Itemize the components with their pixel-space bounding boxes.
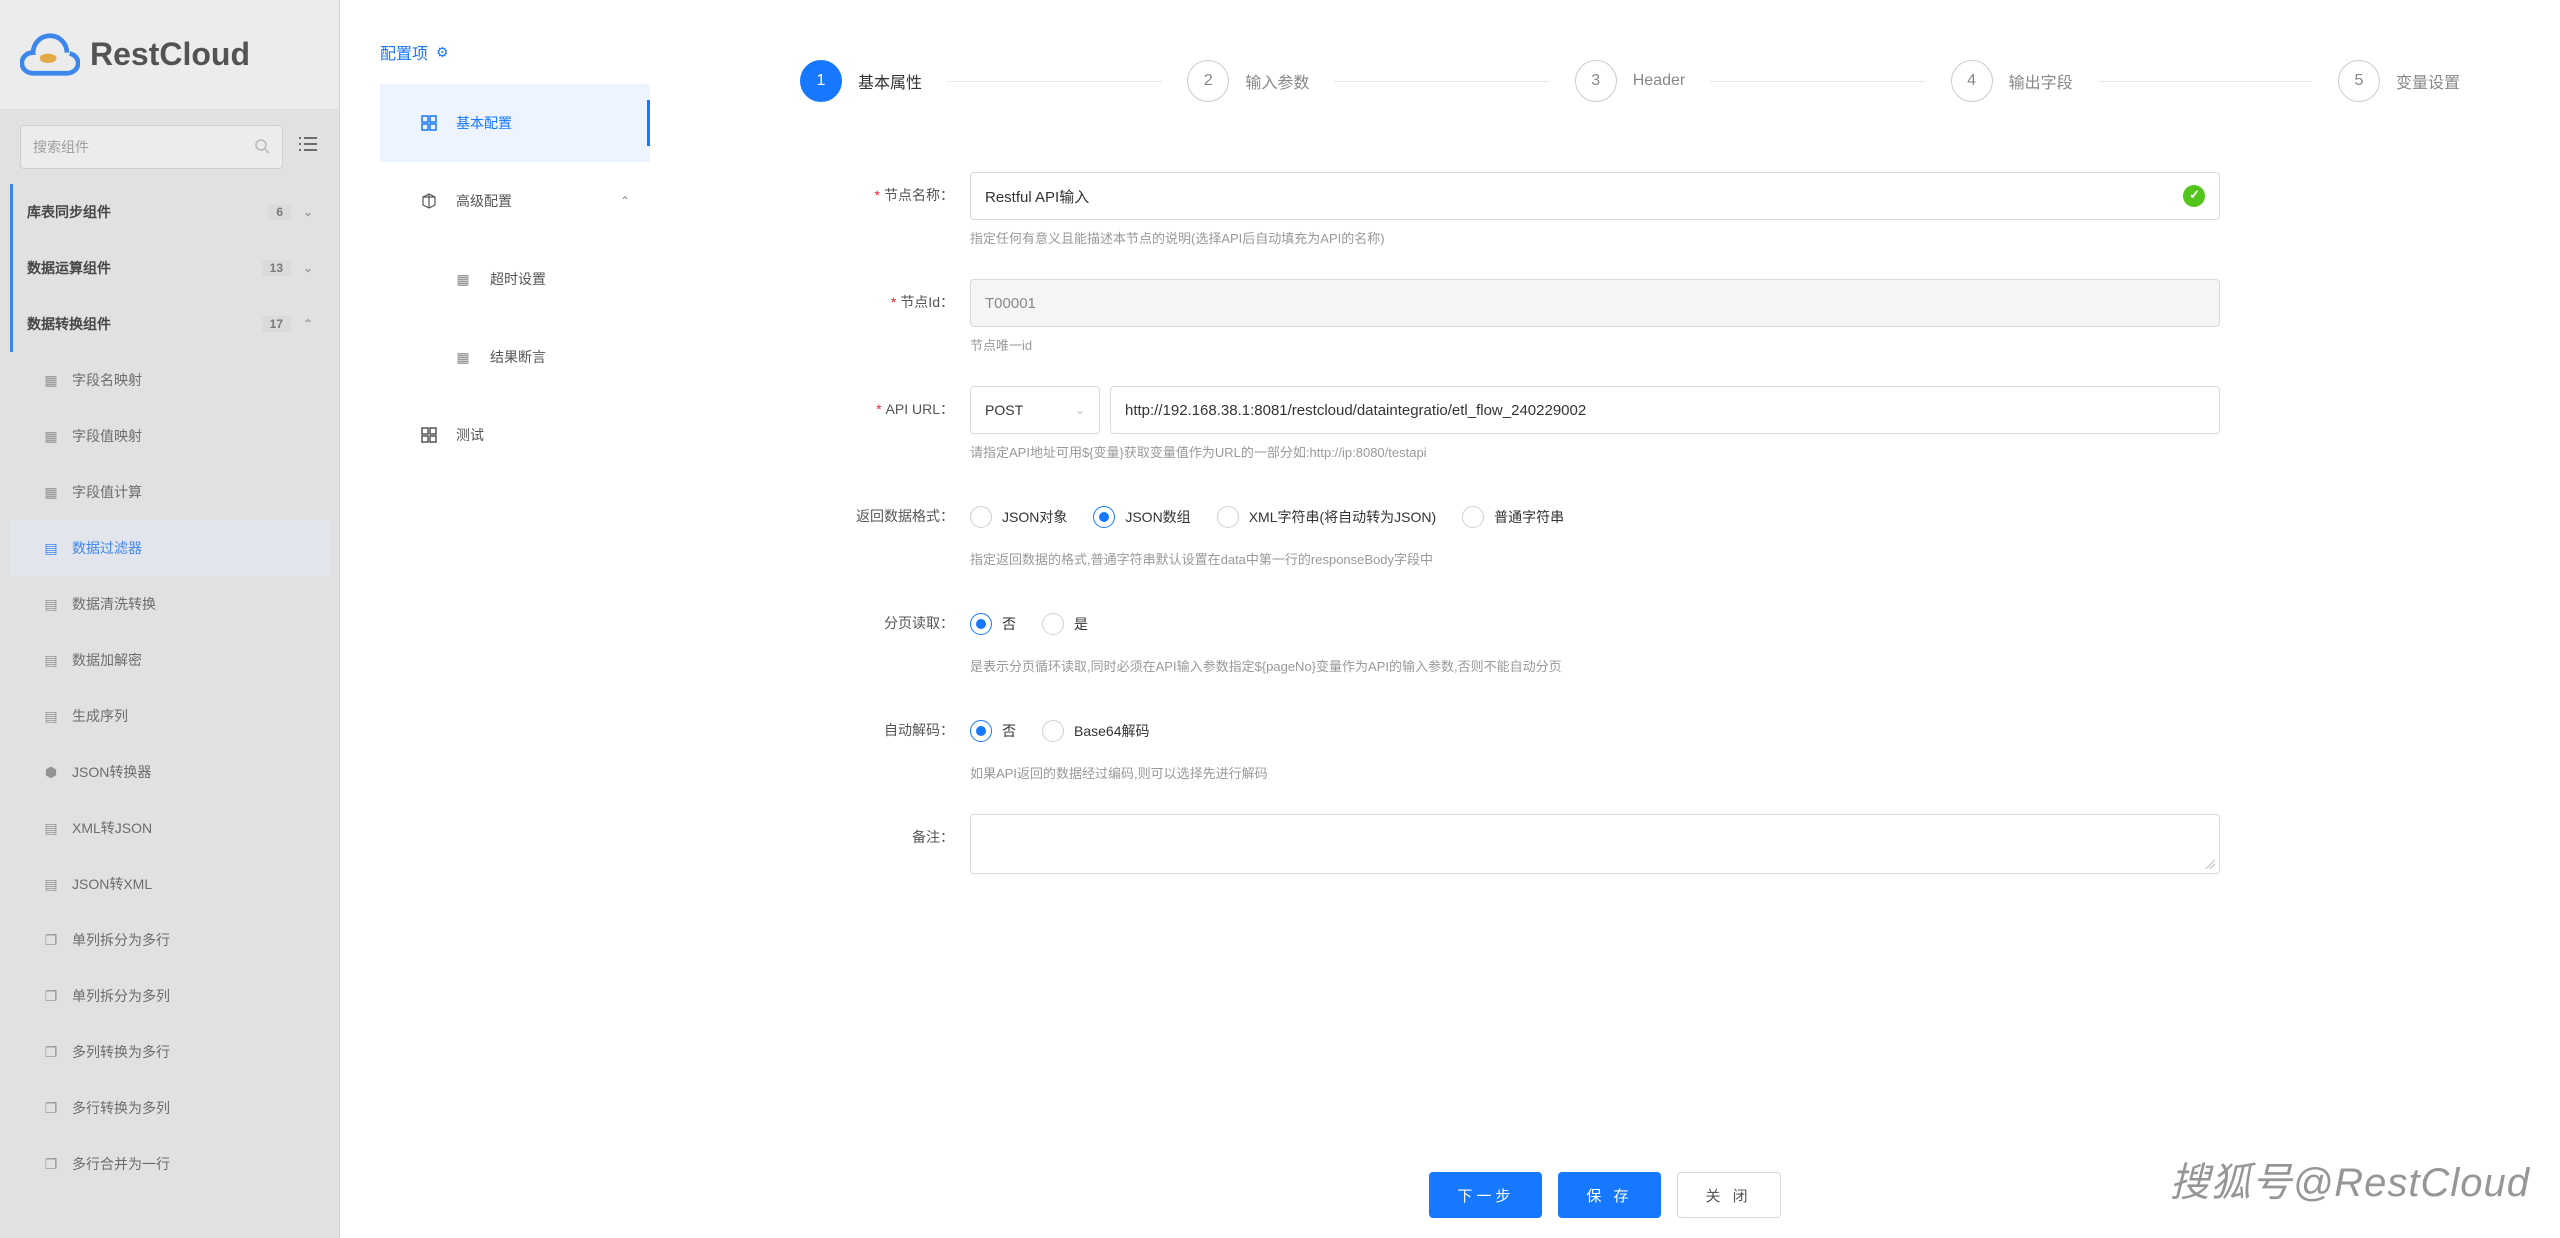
input-node-name[interactable]: Restful API输入	[970, 172, 2220, 220]
hint-api-url: 请指定API地址可用${变量}获取变量值作为URL的一部分如:http://ip…	[970, 442, 2220, 461]
label-decode: 自动解码：	[800, 707, 970, 804]
radio-json-array[interactable]: JSON数组	[1093, 506, 1190, 528]
cfg-nav-assert[interactable]: ▦ 结果断言	[380, 318, 650, 396]
label-remark: 备注：	[800, 814, 970, 874]
radio-group-decode: 否 Base64解码	[970, 707, 2220, 755]
backdrop-mask	[0, 0, 340, 1238]
radio-group-resp-fmt: JSON对象 JSON数组 XML字符串(将自动转为JSON) 普通字符串	[970, 493, 2220, 541]
step-1[interactable]: 1基本属性	[800, 60, 922, 102]
radio-page-yes[interactable]: 是	[1042, 613, 1088, 635]
label-api-url: *API URL：	[800, 386, 970, 483]
radio-page-no[interactable]: 否	[970, 613, 1016, 635]
footer-buttons: 下一步 保 存 关 闭	[650, 1172, 2560, 1218]
next-button[interactable]: 下一步	[1429, 1172, 1542, 1218]
hint-page: 是表示分页循环读取,同时必须在API输入参数指定${pageNo}变量作为API…	[970, 656, 2220, 675]
cfg-nav-timeout[interactable]: ▦ 超时设置	[380, 240, 650, 318]
save-button[interactable]: 保 存	[1558, 1172, 1660, 1218]
close-button[interactable]: 关 闭	[1677, 1172, 1781, 1218]
input-node-id[interactable]: T00001	[970, 279, 2220, 327]
grid-icon: ▦	[450, 271, 476, 288]
grid4-icon	[416, 427, 442, 443]
config-panel: 配置项 ⚙ 基本配置 高级配置 ⌃ ▦ 超时设置 ▦ 结果断言	[340, 0, 2560, 1238]
radio-decode-base64[interactable]: Base64解码	[1042, 720, 1149, 742]
hint-node-id: 节点唯一id	[970, 335, 2220, 354]
step-5[interactable]: 5变量设置	[2338, 60, 2460, 102]
radio-plain[interactable]: 普通字符串	[1462, 506, 1564, 528]
step-separator	[948, 81, 1161, 82]
grid4-icon	[416, 115, 442, 131]
grid-icon: ▦	[450, 349, 476, 366]
radio-xml[interactable]: XML字符串(将自动转为JSON)	[1217, 506, 1436, 528]
label-resp-fmt: 返回数据格式：	[800, 493, 970, 590]
step-separator	[1335, 81, 1548, 82]
chevron-down-icon: ⌄	[1075, 403, 1085, 417]
chevron-up-icon: ⌃	[620, 194, 630, 208]
input-api-url[interactable]: http://192.168.38.1:8081/restcloud/datai…	[1110, 386, 2220, 434]
step-3[interactable]: 3Header	[1575, 60, 1685, 102]
cfg-nav-advanced[interactable]: 高级配置 ⌃	[380, 162, 650, 240]
hint-decode: 如果API返回的数据经过编码,则可以选择先进行解码	[970, 763, 2220, 782]
step-2[interactable]: 2输入参数	[1187, 60, 1309, 102]
step-separator	[2099, 81, 2312, 82]
label-node-name: *节点名称：	[800, 172, 970, 269]
cfg-nav-basic[interactable]: 基本配置	[380, 84, 650, 162]
label-page: 分页读取：	[800, 600, 970, 697]
config-title: 配置项 ⚙	[380, 40, 650, 64]
hint-resp-fmt: 指定返回数据的格式,普通字符串默认设置在data中第一行的responseBod…	[970, 549, 2220, 568]
radio-decode-no[interactable]: 否	[970, 720, 1016, 742]
radio-json-obj[interactable]: JSON对象	[970, 506, 1067, 528]
config-nav: 配置项 ⚙ 基本配置 高级配置 ⌃ ▦ 超时设置 ▦ 结果断言	[340, 0, 650, 1238]
cfg-nav-test[interactable]: 测试	[380, 396, 650, 474]
select-http-method[interactable]: POST⌄	[970, 386, 1100, 434]
form-main: 1基本属性 2输入参数 3Header 4输出字段 5变量设置 *节点名称： R…	[650, 0, 2560, 1238]
hint-node-name: 指定任何有意义且能描述本节点的说明(选择API后自动填充为API的名称)	[970, 228, 2220, 247]
textarea-remark[interactable]	[970, 814, 2220, 874]
cube-icon	[416, 193, 442, 209]
step-4[interactable]: 4输出字段	[1951, 60, 2073, 102]
radio-group-page: 否 是	[970, 600, 2220, 648]
form: *节点名称： Restful API输入 指定任何有意义且能描述本节点的说明(选…	[800, 172, 2220, 874]
label-node-id: *节点Id：	[800, 279, 970, 376]
step-bar: 1基本属性 2输入参数 3Header 4输出字段 5变量设置	[800, 60, 2460, 102]
gear-icon: ⚙	[436, 44, 449, 61]
step-separator	[1711, 81, 1924, 82]
